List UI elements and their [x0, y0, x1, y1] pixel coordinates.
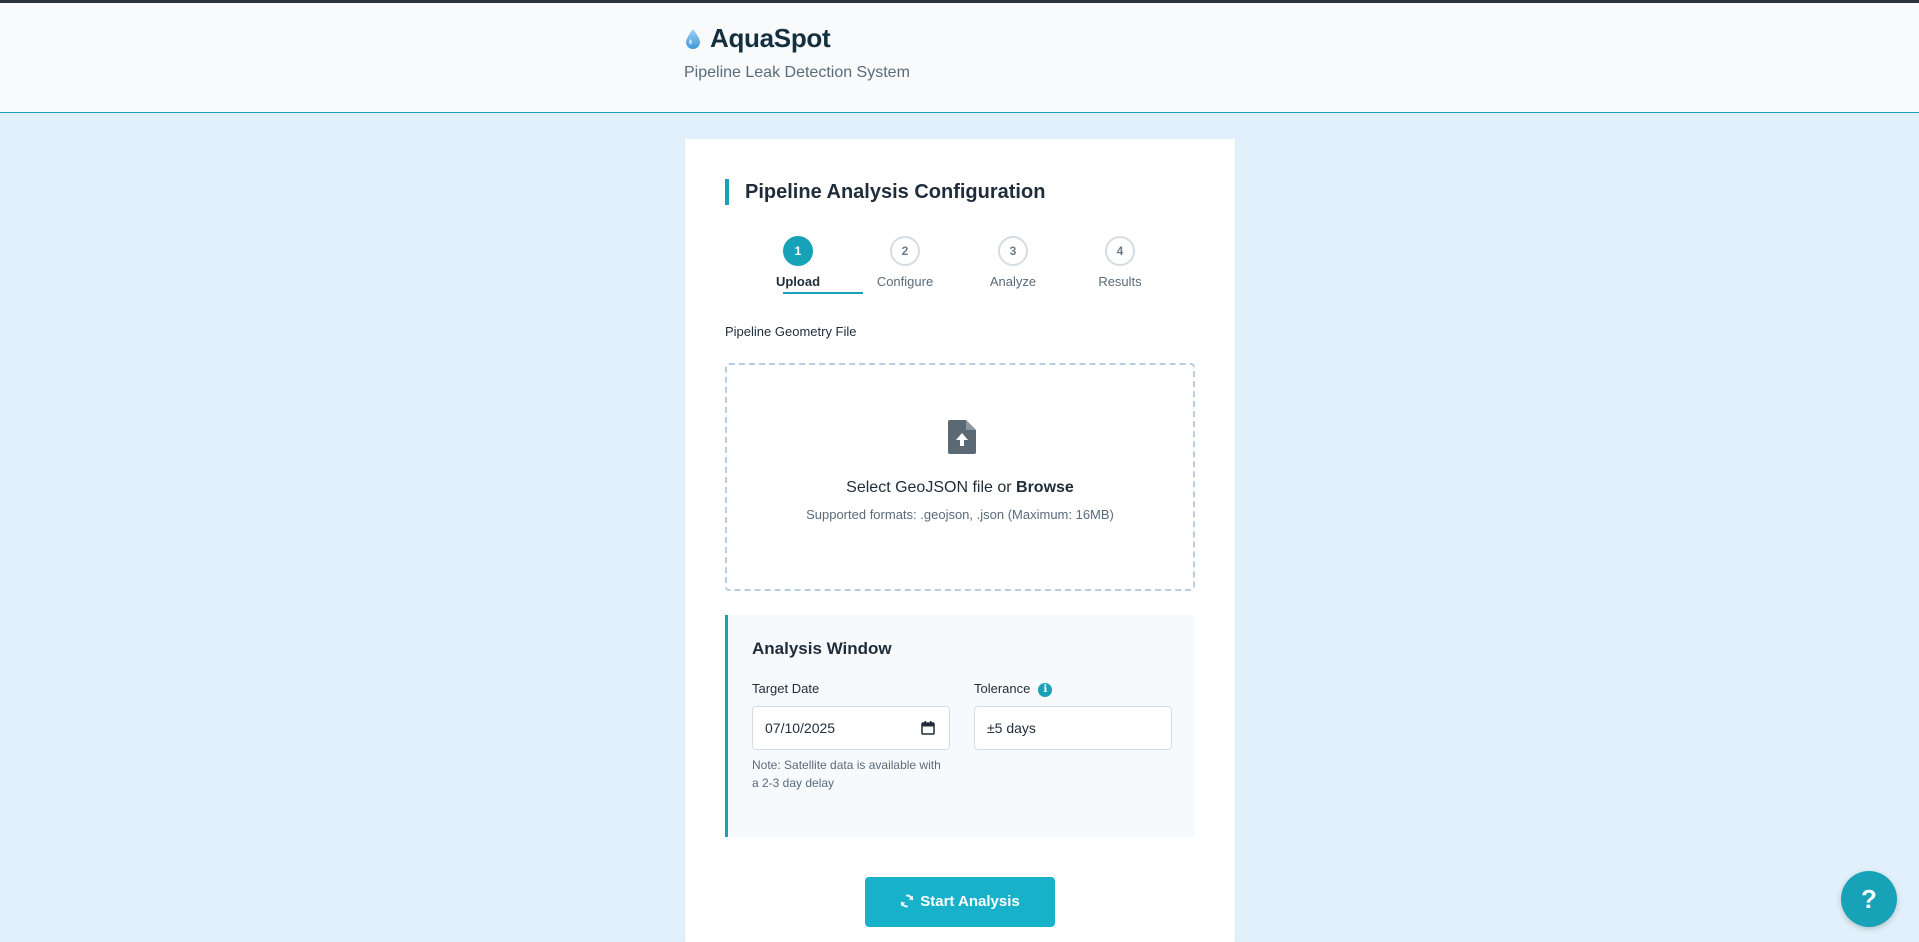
step-label: Configure	[876, 274, 934, 289]
analysis-window-title: Analysis Window	[752, 639, 892, 658]
satellite-delay-note: Note: Satellite data is available with a…	[752, 758, 941, 790]
browse-link[interactable]: Browse	[1016, 479, 1074, 496]
step-analyze[interactable]: 3 Analyze	[968, 236, 1058, 289]
water-drop-icon	[686, 28, 700, 49]
step-label: Results	[1098, 274, 1142, 289]
brand: AquaSpot Pipeline Leak Detection System	[684, 23, 910, 82]
file-upload-icon	[948, 420, 976, 454]
sync-icon	[901, 894, 914, 908]
target-date-value: 07/10/2025	[765, 720, 836, 736]
app-subtitle: Pipeline Leak Detection System	[684, 64, 910, 81]
dropzone-prompt-text: Select GeoJSON file or	[846, 479, 1017, 496]
step-results[interactable]: 4 Results	[1075, 236, 1165, 289]
help-button[interactable]: ?	[1841, 871, 1897, 927]
tolerance-value: ±5 days	[987, 720, 1036, 736]
step-number: 1	[783, 236, 813, 266]
tolerance-label-row: Tolerance i	[974, 681, 1053, 697]
target-date-input[interactable]: 07/10/2025	[752, 706, 950, 750]
step-upload[interactable]: 1 Upload	[753, 236, 843, 289]
file-dropzone[interactable]: Select GeoJSON file or Browse Supported …	[725, 363, 1195, 591]
tolerance-label: Tolerance	[974, 681, 1031, 696]
calendar-icon[interactable]	[921, 721, 935, 735]
geometry-file-label: Pipeline Geometry File	[725, 324, 857, 339]
start-analysis-button[interactable]: Start Analysis	[865, 877, 1055, 927]
app-title: AquaSpot	[710, 23, 831, 53]
tolerance-select[interactable]: ±5 days	[974, 706, 1172, 750]
app-header: AquaSpot Pipeline Leak Detection System	[0, 3, 1919, 113]
step-number: 2	[890, 236, 920, 266]
analysis-window-panel: Analysis Window Target Date 07/10/2025 N…	[725, 615, 1195, 837]
analysis-card: Pipeline Analysis Configuration 1 Upload…	[685, 139, 1235, 942]
target-date-label: Target Date	[752, 681, 820, 696]
brand-row: AquaSpot	[684, 23, 910, 54]
card-title: Pipeline Analysis Configuration	[725, 179, 1045, 205]
info-icon[interactable]: i	[1038, 682, 1053, 697]
step-label: Analyze	[989, 274, 1037, 289]
start-analysis-label: Start Analysis	[920, 893, 1020, 910]
step-configure[interactable]: 2 Configure	[860, 236, 950, 289]
stepper-progress-line	[783, 292, 863, 294]
dropzone-prompt: Select GeoJSON file or Browse	[727, 479, 1193, 497]
step-label: Upload	[775, 274, 821, 289]
step-number: 3	[998, 236, 1028, 266]
supported-formats: Supported formats: .geojson, .json (Maxi…	[806, 507, 1114, 522]
step-number: 4	[1105, 236, 1135, 266]
